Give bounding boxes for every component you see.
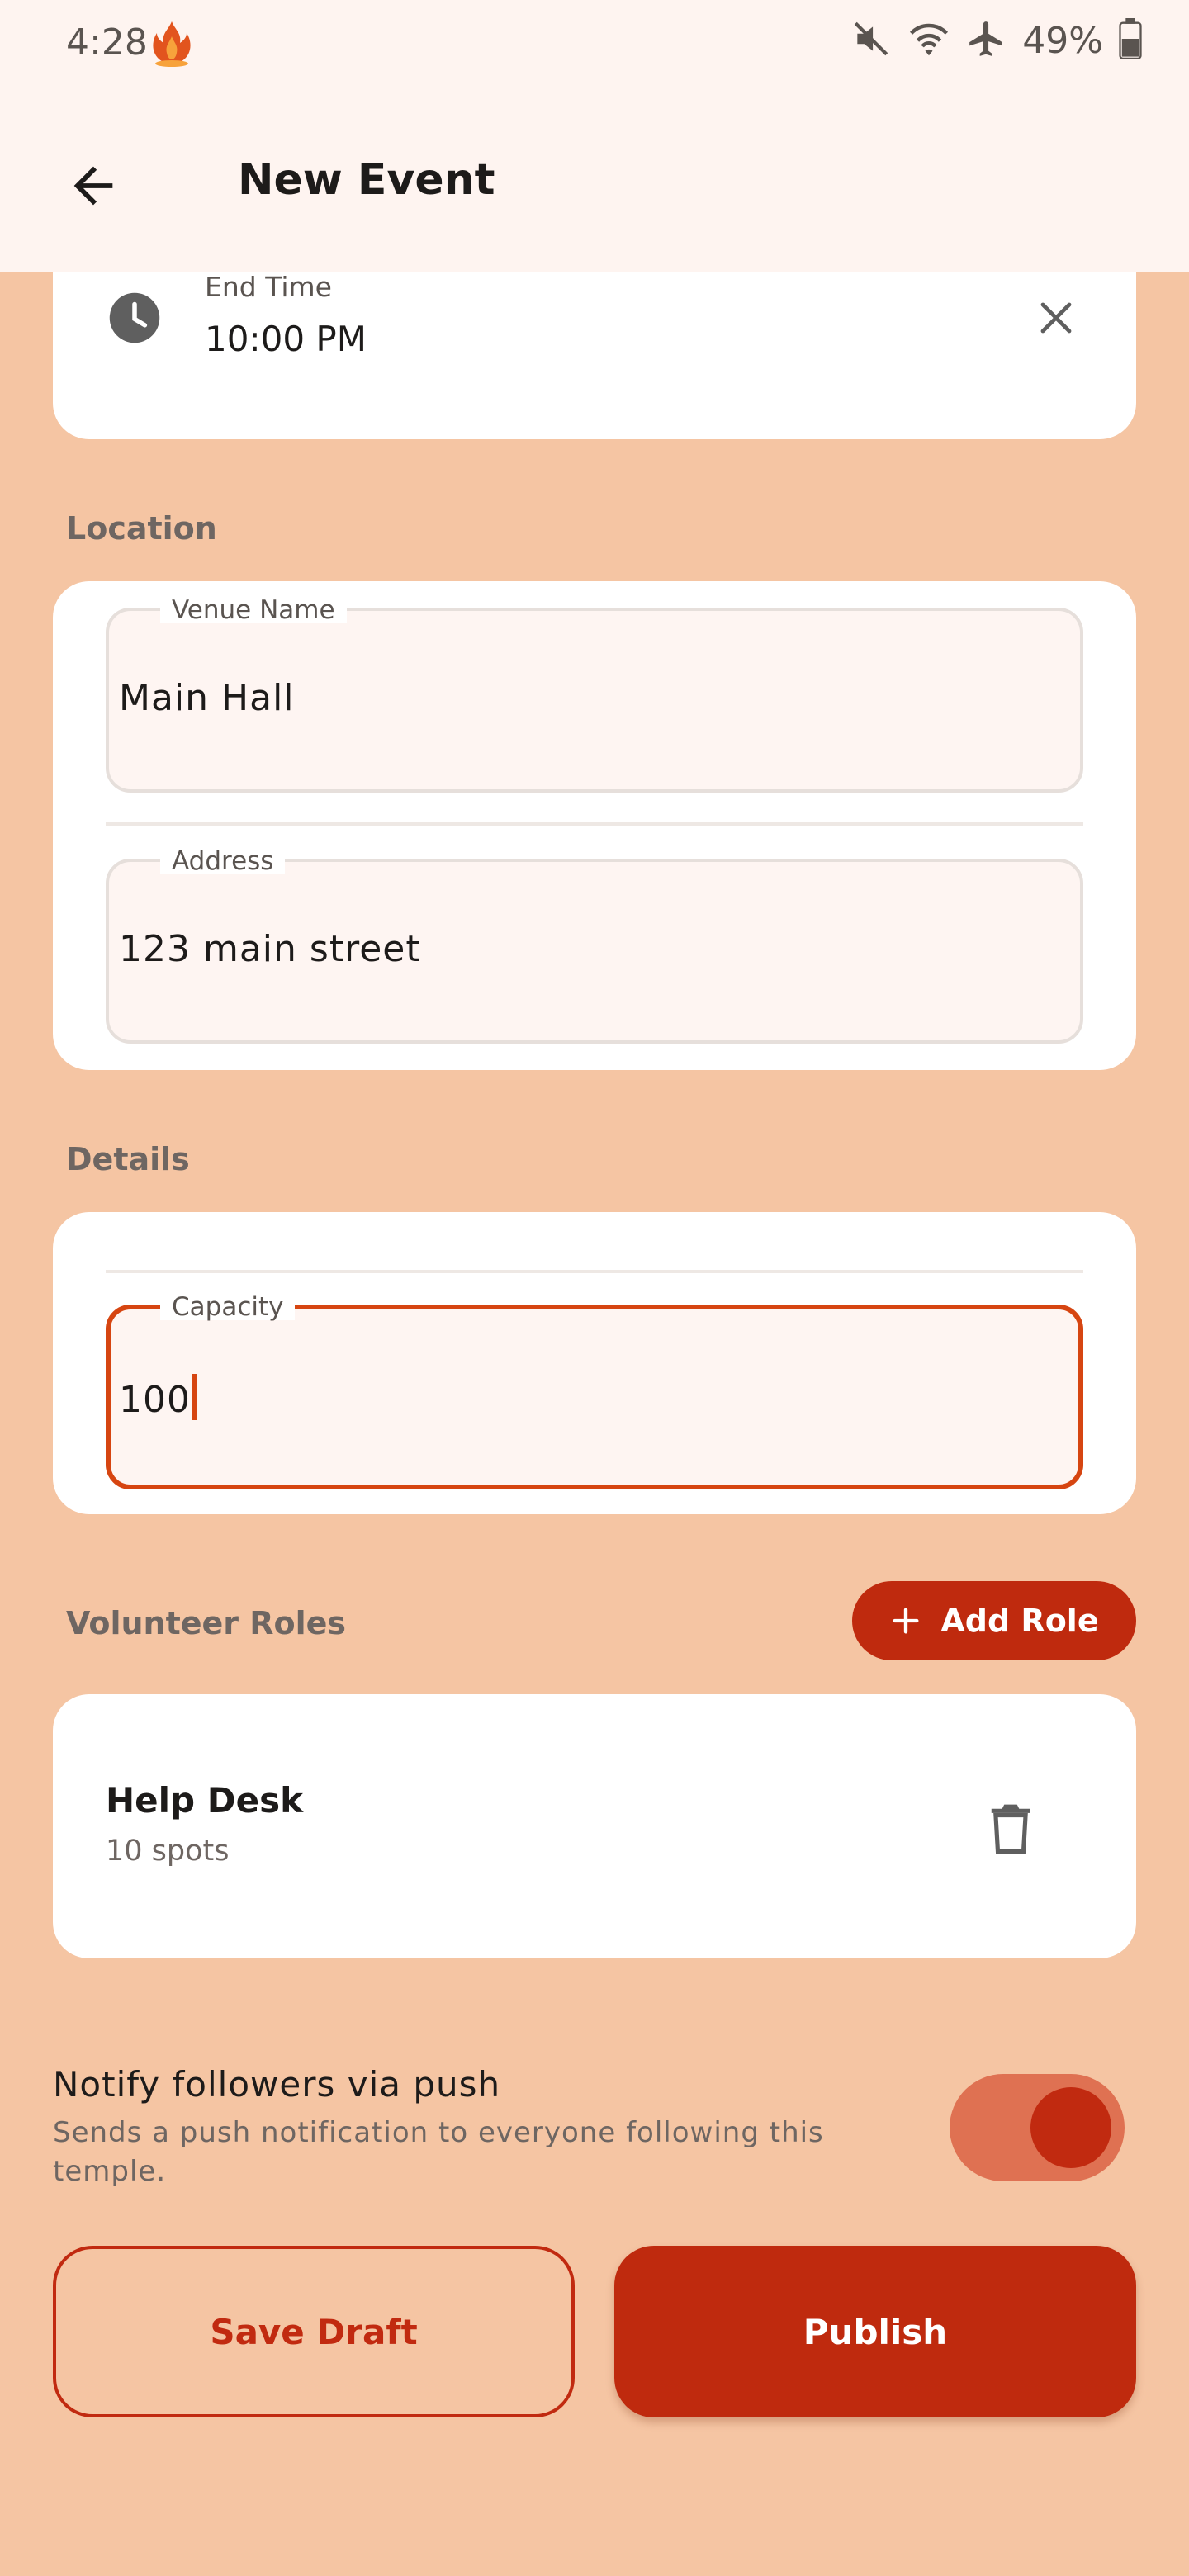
plus-icon xyxy=(893,1608,919,1634)
end-time-label: End Time xyxy=(205,271,332,303)
trash-icon xyxy=(991,1804,1030,1854)
capacity-text: 100 xyxy=(119,1379,191,1421)
airplane-icon xyxy=(966,18,1007,63)
volunteer-roles-section-label: Volunteer Roles xyxy=(66,1605,347,1641)
notify-title: Notify followers via push xyxy=(53,2064,501,2105)
publish-button[interactable]: Publish xyxy=(614,2246,1136,2417)
capacity-field[interactable] xyxy=(106,1305,1083,1489)
arrow-back-icon xyxy=(73,166,113,206)
battery-icon xyxy=(1118,18,1143,63)
address-label: Address xyxy=(160,849,286,874)
status-icons: 49% xyxy=(850,18,1143,63)
capacity-label: Capacity xyxy=(160,1295,296,1320)
top-app-bar: 4:28 49% New Event xyxy=(0,0,1189,272)
text-cursor xyxy=(192,1374,197,1420)
field-divider xyxy=(106,822,1083,826)
role-name: Help Desk xyxy=(106,1780,303,1821)
role-card[interactable]: Help Desk 10 spots xyxy=(53,1694,1136,1958)
details-section-label: Details xyxy=(66,1141,190,1177)
save-draft-button[interactable]: Save Draft xyxy=(53,2246,575,2417)
capacity-value[interactable]: 100 xyxy=(119,1374,197,1421)
location-card: Venue Name Main Hall Address 123 main st… xyxy=(53,581,1136,1070)
field-divider xyxy=(106,1270,1083,1273)
notify-description: Sends a push notification to everyone fo… xyxy=(53,2116,824,2188)
clear-end-time-button[interactable] xyxy=(1027,289,1085,347)
details-card: Capacity 100 xyxy=(53,1212,1136,1514)
toggle-knob xyxy=(1030,2087,1111,2168)
page-title: New Event xyxy=(238,155,495,205)
battery-percent: 49% xyxy=(1022,19,1103,62)
notify-toggle[interactable] xyxy=(950,2074,1125,2181)
app-flame-icon xyxy=(147,18,197,68)
role-spots: 10 spots xyxy=(106,1835,230,1868)
address-value[interactable]: 123 main street xyxy=(119,928,421,970)
status-time: 4:28 xyxy=(66,21,148,64)
delete-role-button[interactable] xyxy=(976,1793,1045,1863)
add-role-label: Add Role xyxy=(940,1603,1099,1639)
back-button[interactable] xyxy=(48,140,139,231)
location-section-label: Location xyxy=(66,510,217,547)
end-time-value[interactable]: 10:00 PM xyxy=(205,319,367,359)
clock-icon xyxy=(107,291,162,345)
muted-icon xyxy=(850,18,892,63)
wifi-icon xyxy=(907,18,951,63)
venue-name-label: Venue Name xyxy=(160,598,347,623)
close-icon xyxy=(1040,302,1072,334)
add-role-button[interactable]: Add Role xyxy=(852,1581,1136,1660)
venue-name-value[interactable]: Main Hall xyxy=(119,677,295,719)
